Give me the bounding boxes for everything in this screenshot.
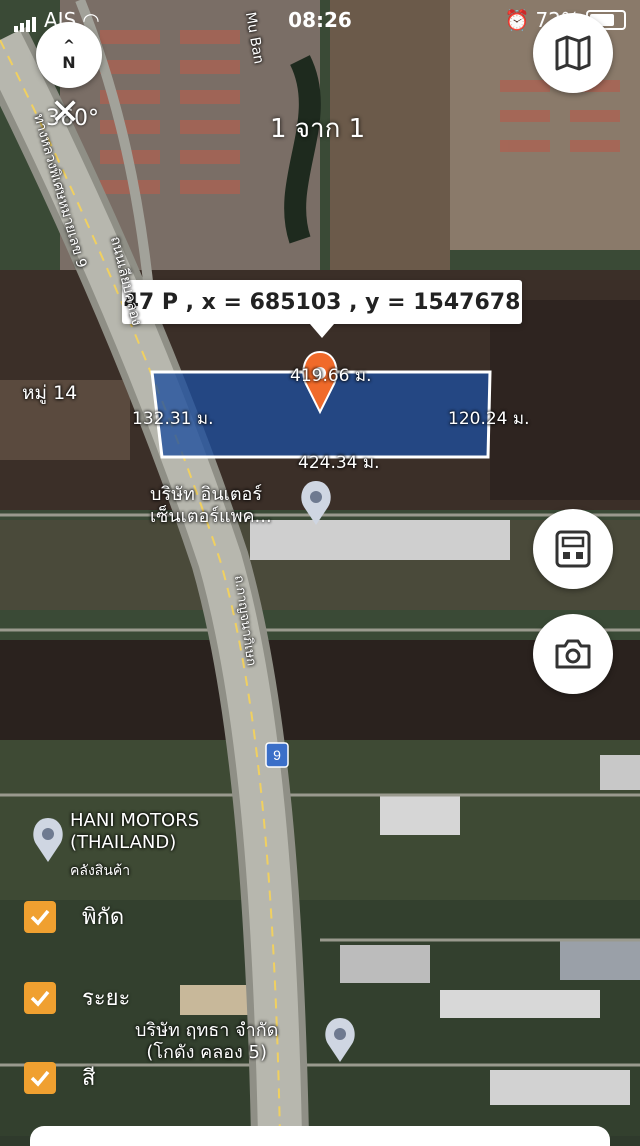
checkbox-icon[interactable] bbox=[24, 981, 56, 1014]
poi-label[interactable]: HANI MOTORS (THAILAND) bbox=[70, 810, 199, 854]
checkbox-coordinates[interactable]: พิกัด bbox=[24, 899, 124, 934]
plot-right-length: 120.24 ม. bbox=[448, 409, 530, 429]
checkbox-icon[interactable] bbox=[24, 1061, 56, 1094]
plot-left-length: 132.31 ม. bbox=[132, 409, 214, 429]
poi-sublabel: คลังสินค้า bbox=[70, 863, 131, 879]
checkbox-distance[interactable]: ระยะ bbox=[24, 980, 130, 1015]
calculator-icon bbox=[555, 530, 591, 568]
village-label: หมู่ 14 bbox=[22, 382, 78, 404]
page-indicator: 1 จาก 1 bbox=[270, 114, 366, 144]
area-calculator-button[interactable] bbox=[533, 509, 613, 589]
coordinate-callout[interactable]: 47 P , x = 685103 , y = 1547678 bbox=[122, 280, 522, 338]
camera-button[interactable] bbox=[533, 614, 613, 694]
highway-number: 9 bbox=[273, 747, 281, 763]
camera-icon bbox=[555, 639, 591, 669]
compass-label: N bbox=[62, 52, 76, 72]
alarm-icon: ⏰ bbox=[504, 8, 530, 32]
compass-button[interactable]: ^ N bbox=[36, 22, 102, 88]
checkbox-icon[interactable] bbox=[24, 900, 56, 933]
checkbox-label: สี bbox=[82, 1066, 96, 1091]
checkbox-label: พิกัด bbox=[82, 905, 125, 930]
checkbox-label: ระยะ bbox=[82, 986, 131, 1011]
north-arrow-icon: ^ bbox=[63, 37, 75, 54]
poi-label[interactable]: บริษัท ฤทธา จำกัด (โกดัง คลอง 5) bbox=[135, 1020, 278, 1064]
close-icon: ✕ bbox=[50, 92, 81, 133]
view-360-toggle[interactable]: ✕ 360° bbox=[46, 92, 99, 133]
plot-bottom-length: 424.34 ม. bbox=[298, 453, 380, 473]
bottom-sheet-handle[interactable] bbox=[30, 1126, 610, 1146]
plot-top-length: 419.66 ม. bbox=[290, 366, 372, 386]
coordinate-text: 47 P , x = 685103 , y = 1547678 bbox=[123, 289, 521, 315]
poi-label[interactable]: บริษัท อินเตอร์ เซ็นเตอร์แพค... bbox=[150, 484, 272, 528]
checkbox-color[interactable]: สี bbox=[24, 1060, 95, 1095]
map-icon bbox=[555, 35, 591, 71]
map-layers-button[interactable] bbox=[533, 13, 613, 93]
